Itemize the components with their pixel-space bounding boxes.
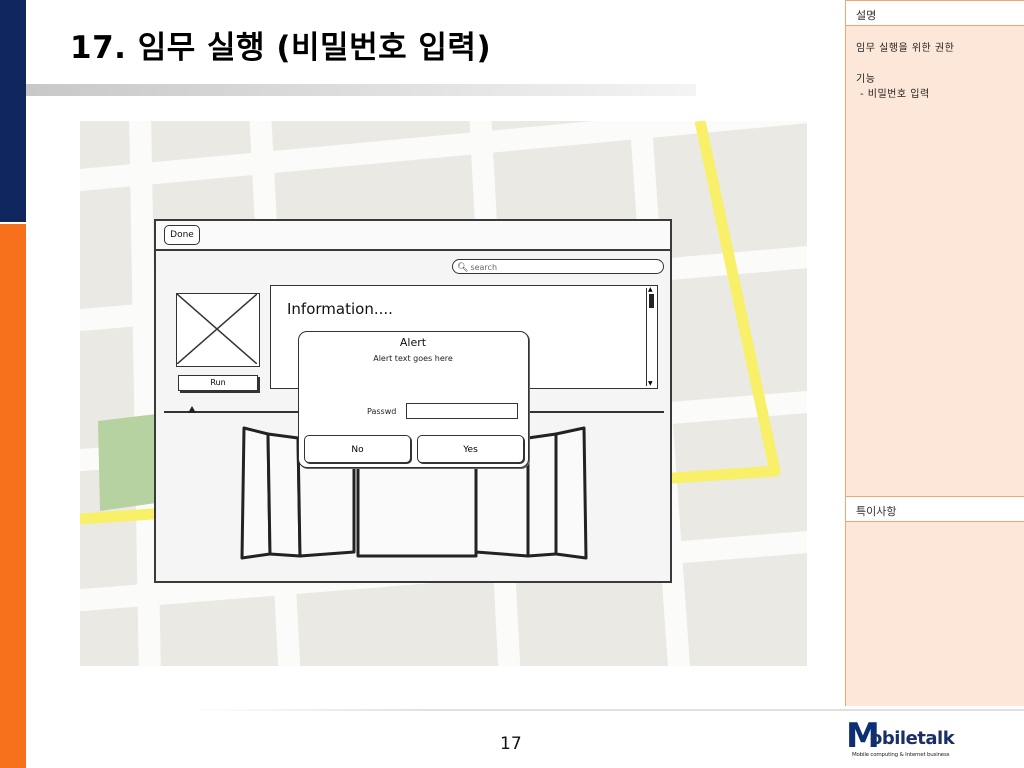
no-button[interactable]: No bbox=[304, 435, 411, 463]
top-bar: Done bbox=[156, 221, 670, 251]
image-placeholder bbox=[176, 293, 260, 367]
description-line-3: - 비밀번호 입력 bbox=[860, 89, 930, 100]
special-notes-header: 특이사항 bbox=[846, 496, 1024, 522]
alert-dialog: Alert Alert text goes here Passwd No Yes bbox=[298, 331, 529, 468]
slider-knob-icon[interactable] bbox=[188, 406, 196, 413]
description-header: 설명 bbox=[846, 0, 1024, 26]
image-placeholder-icon bbox=[176, 293, 258, 365]
page-number: 17 bbox=[500, 734, 522, 754]
password-field[interactable] bbox=[406, 403, 518, 419]
description-line-1: 임무 실행을 위한 권한 bbox=[856, 43, 955, 54]
yes-button[interactable]: Yes bbox=[417, 435, 524, 463]
run-button[interactable]: Run bbox=[178, 375, 258, 391]
description-line-2: 기능 bbox=[856, 74, 876, 85]
slide-title: 17. 임무 실행 (비밀번호 입력) bbox=[70, 30, 492, 66]
search-icon: 🔍︎ bbox=[457, 263, 469, 273]
sidebar-accent-orange bbox=[0, 224, 26, 768]
title-underline bbox=[26, 84, 696, 96]
logo-wordmark: obiletalk bbox=[870, 728, 955, 749]
mobiletalk-logo: M obiletalk Mobile computing & Internet … bbox=[846, 716, 966, 762]
scroll-down-icon[interactable]: ▼ bbox=[648, 381, 654, 387]
notes-panel: 설명 임무 실행을 위한 권한 기능 - 비밀번호 입력 특이사항 bbox=[845, 0, 1024, 706]
search-placeholder: search bbox=[470, 263, 498, 272]
alert-message: Alert text goes here bbox=[373, 354, 453, 363]
password-label: Passwd bbox=[367, 407, 397, 416]
scroll-thumb[interactable] bbox=[649, 294, 654, 308]
done-button[interactable]: Done bbox=[164, 225, 200, 245]
information-title: Information.... bbox=[287, 300, 393, 318]
search-input[interactable]: 🔍︎ search bbox=[452, 259, 664, 274]
sidebar-accent-blue bbox=[0, 0, 26, 222]
scroll-up-icon[interactable]: ▲ bbox=[648, 287, 654, 293]
footer-divider bbox=[186, 709, 1024, 711]
logo-tagline: Mobile computing & Internet business bbox=[852, 752, 950, 758]
alert-title: Alert bbox=[399, 336, 427, 349]
